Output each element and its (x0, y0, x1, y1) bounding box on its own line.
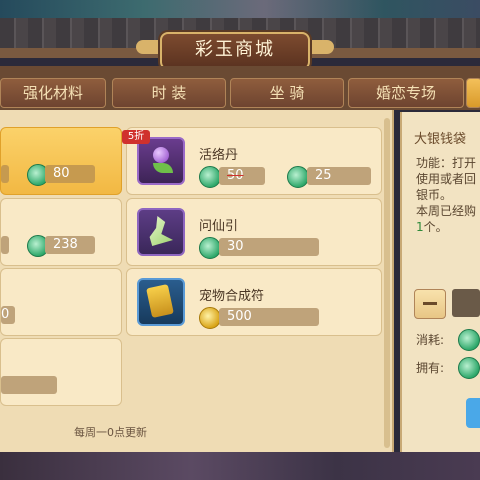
item-card-left-3[interactable]: 0 (0, 268, 122, 336)
discount-price: 25 (307, 167, 371, 185)
jade-currency-icon (199, 166, 221, 188)
detail-purchase-count: 1个。 (416, 220, 448, 234)
price-field (1, 376, 57, 394)
price-field-cut (1, 236, 9, 254)
tab-active-partial[interactable] (466, 78, 480, 108)
gold-coin-icon (199, 307, 221, 329)
item-card-left-1[interactable]: 80 (0, 127, 122, 195)
paper-scroll-icon (149, 216, 173, 246)
item-name: 活络丹 (199, 148, 239, 163)
original-price: 50 (219, 167, 265, 185)
tab-enhance-materials[interactable]: 强化材料 (0, 78, 106, 108)
buy-button[interactable] (466, 398, 480, 428)
jade-currency-icon (199, 237, 221, 259)
tab-fashion[interactable]: 时 装 (112, 78, 226, 108)
item-card-huoluodan[interactable]: 活络丹 50 25 (126, 127, 382, 195)
price-field: 30 (219, 238, 319, 256)
item-icon-talisman (137, 278, 185, 326)
detail-desc-line: 功能：打开 (416, 156, 477, 170)
scrollbar[interactable] (384, 118, 390, 448)
detail-desc-line: 银币。 (416, 188, 453, 202)
quantity-field[interactable] (452, 289, 480, 317)
detail-desc-line: 本周已经购 (416, 204, 477, 218)
jade-currency-icon (458, 329, 480, 351)
item-card-left-4[interactable] (0, 338, 122, 406)
price-field: 0 (1, 306, 15, 324)
background-scenery-bottom (0, 452, 480, 480)
item-name: 问仙引 (199, 219, 239, 234)
price-field: 80 (45, 165, 95, 183)
tab-mounts[interactable]: 坐 骑 (230, 78, 344, 108)
jade-currency-icon (287, 166, 309, 188)
item-icon-scroll (137, 208, 185, 256)
item-card-wenxianyin[interactable]: 问仙引 30 (126, 198, 382, 266)
price-field-cut (1, 165, 9, 183)
price-field: 238 (45, 236, 95, 254)
decrease-quantity-button[interactable] (414, 289, 446, 319)
golden-talisman-icon (146, 284, 174, 318)
owned-label: 拥有: (416, 361, 445, 375)
item-name: 宠物合成符 (199, 289, 265, 304)
leaf-icon (153, 163, 173, 173)
item-icon-pill (137, 137, 185, 185)
price-field: 500 (219, 308, 319, 326)
item-card-left-2[interactable]: 238 (0, 198, 122, 266)
cost-label: 消耗: (416, 333, 445, 347)
jade-currency-icon (458, 357, 480, 379)
purple-pill-icon (153, 147, 169, 163)
discount-badge: 5折 (122, 130, 150, 144)
detail-desc-line: 使用或者回 (416, 172, 477, 186)
tab-marriage[interactable]: 婚恋专场 (348, 78, 464, 108)
window-title: 彩玉商城 (160, 32, 310, 70)
refresh-note: 每周一0点更新 (74, 426, 147, 439)
item-card-pet-synthesis[interactable]: 宠物合成符 500 (126, 268, 382, 336)
detail-title: 大银钱袋 (414, 132, 467, 147)
